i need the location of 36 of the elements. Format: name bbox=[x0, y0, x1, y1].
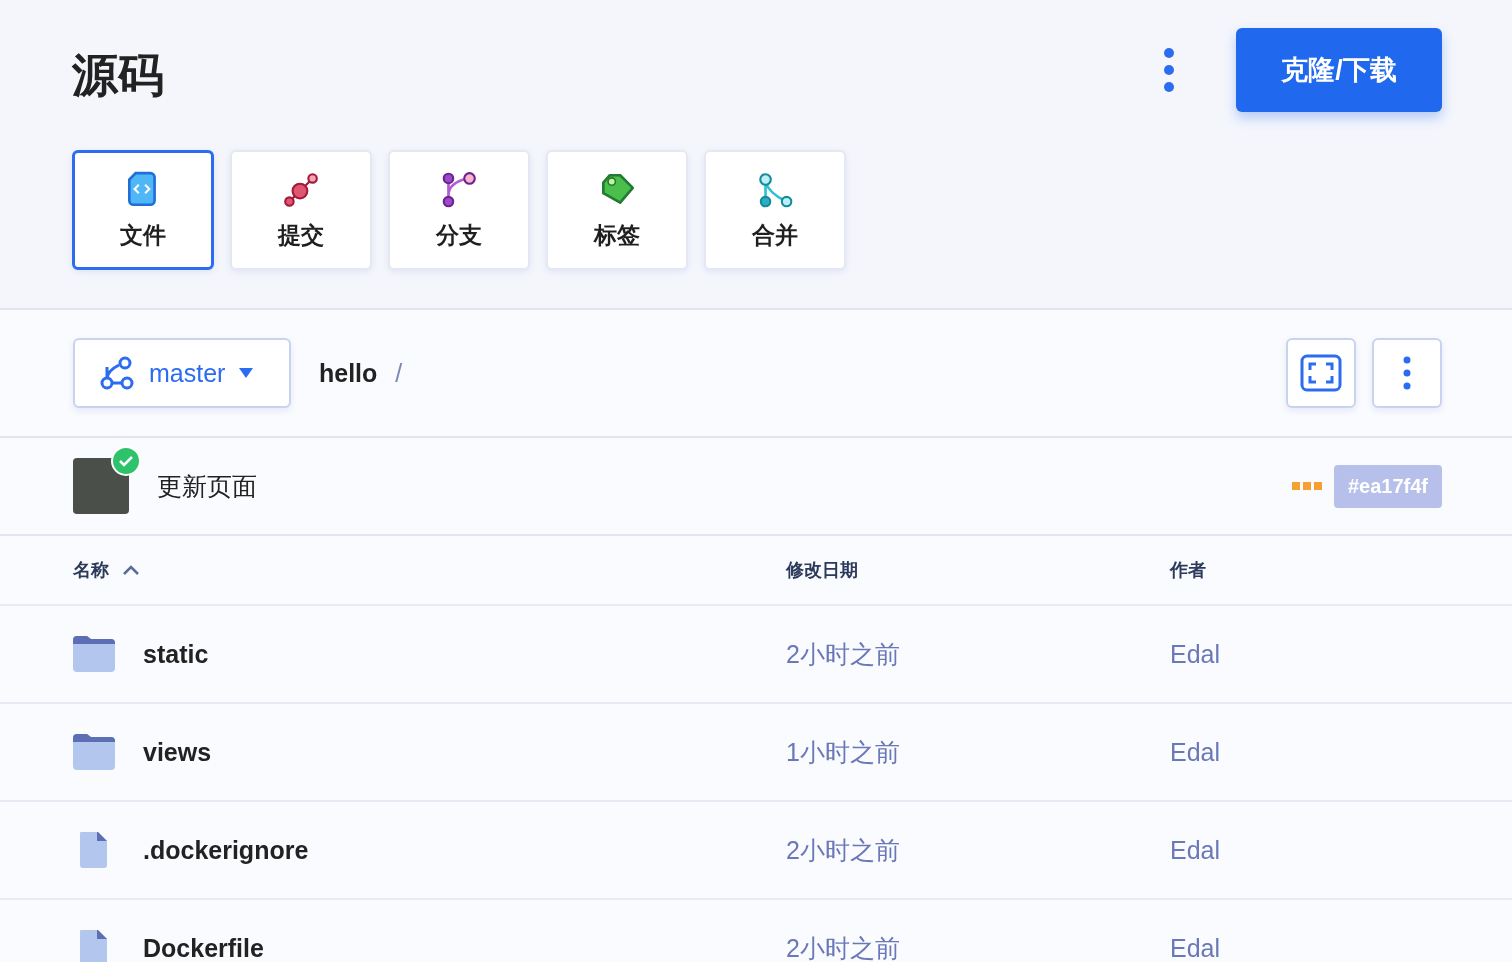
author-name: Edal bbox=[1170, 933, 1222, 962]
caret-icon bbox=[239, 368, 254, 378]
avatar-photo-placeholder bbox=[73, 458, 129, 514]
more-icon bbox=[1403, 356, 1411, 390]
modified-date: 2小时之前 bbox=[786, 638, 901, 670]
file-name[interactable]: static bbox=[143, 639, 209, 669]
folder-icon bbox=[73, 636, 115, 672]
file-name[interactable]: Dockerfile bbox=[143, 933, 264, 962]
column-header[interactable]: 作者 bbox=[1170, 558, 1206, 582]
modified-date: 2小时之前 bbox=[786, 834, 901, 866]
path-segment[interactable]: hello bbox=[319, 358, 378, 388]
fullscreen-button[interactable] bbox=[1286, 338, 1356, 408]
author-name: Edal bbox=[1170, 639, 1222, 669]
section-tab[interactable]: 分支 bbox=[388, 150, 530, 270]
commit-message[interactable]: 更新页面 bbox=[157, 469, 257, 503]
branch-selector[interactable]: master bbox=[73, 338, 291, 408]
fullscreen-icon bbox=[1300, 354, 1342, 392]
section-tab[interactable]: 标签 bbox=[546, 150, 688, 270]
clone-download-button[interactable]: 克隆/下载 bbox=[1236, 28, 1442, 112]
section-tab[interactable]: 提交 bbox=[230, 150, 372, 270]
more-button[interactable] bbox=[1372, 338, 1442, 408]
file-name[interactable]: views bbox=[143, 737, 212, 767]
section-tab[interactable]: 文件 bbox=[72, 150, 214, 270]
file-name[interactable]: .dockerignore bbox=[143, 835, 309, 865]
section-tab[interactable]: 合并 bbox=[704, 150, 846, 270]
column-header[interactable]: 修改日期 bbox=[786, 558, 858, 582]
author-name: Edal bbox=[1170, 835, 1222, 865]
modified-date: 1小时之前 bbox=[786, 736, 901, 768]
column-header[interactable]: 名称 bbox=[73, 558, 109, 582]
page-title: 源码 bbox=[72, 48, 164, 103]
branch-icon bbox=[99, 355, 135, 391]
author-name: Edal bbox=[1170, 737, 1222, 767]
folder-icon bbox=[73, 734, 115, 770]
sort-ascending-icon[interactable] bbox=[123, 565, 139, 575]
path-separator: / bbox=[395, 358, 403, 388]
modified-date: 2小时之前 bbox=[786, 932, 901, 962]
